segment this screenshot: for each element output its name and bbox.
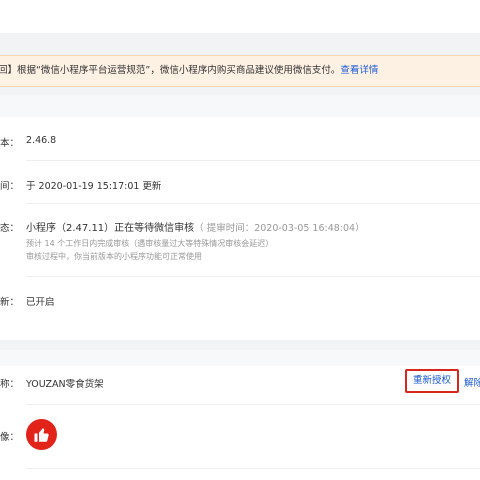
current-version-value: 2.46.8 xyxy=(26,135,57,146)
divider xyxy=(26,160,480,161)
divider xyxy=(26,203,480,204)
review-status-value: 小程序（2.47.11）正在等待微信审核（ 提审时间：2020-03-05 16… xyxy=(26,219,365,234)
review-note-usage: 审核过程中，你当前版本的小程序功能可正常使用 xyxy=(26,252,202,261)
thumbs-up-icon xyxy=(34,427,49,442)
notice-text: 回】根据“微信小程序平台运营规范”，微信小程序内购买商品建议使用微信支付。 xyxy=(0,65,341,76)
divider xyxy=(26,276,480,277)
review-submit-time: （ 提审时间：2020-03-05 16:48:04） xyxy=(194,223,365,234)
review-status-label: 态： xyxy=(0,223,20,234)
review-note-duration: 预计 14 个工作日内完成审核（遇审核量过大等特殊情况审核会延迟） xyxy=(26,239,274,248)
app-name-label: 称： xyxy=(0,379,20,390)
reauthorize-button[interactable]: 重新授权 xyxy=(405,369,459,393)
version-section-header xyxy=(0,95,480,117)
account-section-header xyxy=(0,350,480,366)
auto-update-label: 新： xyxy=(0,297,20,308)
view-details-link[interactable]: 查看详情 xyxy=(340,65,378,76)
divider xyxy=(26,468,480,469)
avatar xyxy=(26,419,57,450)
review-status-title: 小程序（2.47.11）正在等待微信审核 xyxy=(26,223,195,234)
update-time-label: 间： xyxy=(0,181,20,192)
divider xyxy=(26,404,480,405)
app-name-value: YOUZAN零食货架 xyxy=(26,379,104,390)
avatar-label: 像： xyxy=(0,432,20,443)
unbind-button[interactable]: 解除 xyxy=(464,375,480,389)
auto-update-value: 已开启 xyxy=(26,297,55,308)
top-bar xyxy=(0,0,480,33)
update-time-value: 于 2020-01-19 15:17:01 更新 xyxy=(26,181,162,192)
payment-notice-banner: 回】根据“微信小程序平台运营规范”，微信小程序内购买商品建议使用微信支付。查看详… xyxy=(0,55,480,87)
current-version-label: 本： xyxy=(0,138,20,149)
version-info-card xyxy=(0,95,480,340)
